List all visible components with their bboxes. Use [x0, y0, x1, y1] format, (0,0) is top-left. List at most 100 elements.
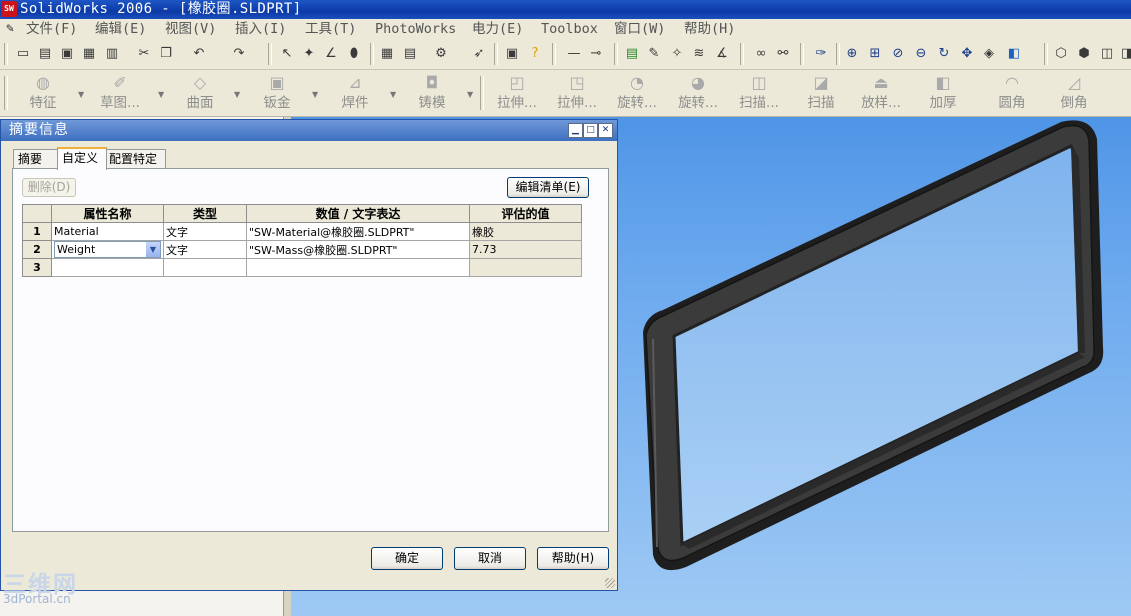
menu-photoworks[interactable]: PhotoWorks: [375, 19, 456, 39]
column-header-type[interactable]: 类型: [163, 204, 247, 223]
hidden-lines-icon[interactable]: ⬢: [1075, 45, 1093, 63]
options-icon[interactable]: ▤: [401, 45, 419, 63]
cm-weldments[interactable]: ⊿ 焊件: [337, 72, 373, 114]
chevron-down-icon[interactable]: ▼: [467, 90, 473, 99]
print-preview-icon[interactable]: ▥: [103, 45, 121, 63]
smart-dimension-icon[interactable]: ⬮: [345, 45, 363, 63]
cm-mold-tools[interactable]: ◘ 铸模: [414, 72, 450, 114]
mate-icon[interactable]: ∞: [752, 45, 770, 63]
rebuild-icon[interactable]: ⚙: [432, 45, 450, 63]
cm-fillet[interactable]: ◠ 圆角: [994, 72, 1030, 114]
redo-icon[interactable]: ↷: [230, 45, 248, 63]
cm-revolve-boss[interactable]: ◔ 旋转...: [609, 72, 665, 114]
delete-button[interactable]: 删除(D): [22, 178, 76, 197]
grid-icon[interactable]: ▦: [378, 45, 396, 63]
zoom-in-out-icon[interactable]: ⊘: [889, 45, 907, 63]
cm-sketch[interactable]: ✐ 草图...: [92, 72, 148, 114]
column-header-expression[interactable]: 数值 / 文字表达: [246, 204, 470, 223]
cm-sweep-boss[interactable]: ◫ 扫描...: [731, 72, 787, 114]
layer-icon[interactable]: ▤: [623, 45, 641, 63]
properties-icon[interactable]: ▣: [503, 45, 521, 63]
standard-views-icon[interactable]: ◧: [1005, 45, 1023, 63]
cm-features[interactable]: ◍ 特征: [24, 72, 62, 114]
cut-icon[interactable]: ✂: [135, 45, 153, 63]
tab-custom[interactable]: 自定义: [57, 147, 107, 170]
document-menu-icon[interactable]: ✎: [2, 21, 18, 37]
zoom-selection-icon[interactable]: ⊖: [912, 45, 930, 63]
menu-view[interactable]: 视图(V): [165, 19, 216, 39]
tool-b-icon[interactable]: ≋: [690, 45, 708, 63]
menu-edit[interactable]: 编辑(E): [95, 19, 146, 39]
dialog-title-bar[interactable]: 摘要信息 ▁ □ ✕: [1, 120, 617, 141]
shaded-edges-icon[interactable]: ◨: [1118, 45, 1131, 63]
chevron-down-icon[interactable]: ▼: [234, 90, 240, 99]
zoom-to-fit-icon[interactable]: ⊕: [843, 45, 861, 63]
chevron-down-icon[interactable]: ▼: [78, 90, 84, 99]
tool-c-icon[interactable]: ∡: [713, 45, 731, 63]
tool-a-icon[interactable]: ✧: [668, 45, 686, 63]
undo-icon[interactable]: ↶: [190, 45, 208, 63]
solidworks-logo-icon[interactable]: SW: [1, 1, 17, 17]
cm-revolve-cut[interactable]: ◕ 旋转...: [670, 72, 726, 114]
table-row[interactable]: 3: [22, 258, 582, 277]
property-name-cell[interactable]: [51, 258, 164, 277]
menu-file[interactable]: 文件(F): [26, 19, 77, 39]
row-number[interactable]: 1: [22, 222, 52, 241]
zoom-area-icon[interactable]: ⊞: [866, 45, 884, 63]
property-type-cell[interactable]: 文字: [163, 222, 247, 241]
measure-icon[interactable]: ✑: [812, 45, 830, 63]
menu-toolbox[interactable]: Toolbox: [541, 19, 598, 39]
rotate-view-icon[interactable]: ↻: [935, 45, 953, 63]
shaded-icon[interactable]: ◫: [1098, 45, 1116, 63]
arrow-tool-icon[interactable]: ➶: [470, 45, 488, 63]
print-icon[interactable]: ▦: [80, 45, 98, 63]
save-icon[interactable]: ▣: [58, 45, 76, 63]
help-icon[interactable]: ?: [526, 45, 544, 63]
new-document-icon[interactable]: ▭: [14, 45, 32, 63]
cm-extrude-cut[interactable]: ◳ 拉伸...: [549, 72, 605, 114]
help-button[interactable]: 帮助(H): [537, 547, 609, 570]
cm-extrude-boss[interactable]: ◰ 拉伸...: [489, 72, 545, 114]
menu-window[interactable]: 窗口(W): [614, 19, 665, 39]
cm-loft[interactable]: ⏏ 放样...: [853, 72, 909, 114]
menu-tools[interactable]: 工具(T): [305, 19, 356, 39]
maximize-icon[interactable]: □: [583, 123, 598, 138]
select-icon[interactable]: ↖: [278, 45, 296, 63]
property-name-cell[interactable]: Weight ▼: [51, 240, 164, 259]
view-orientation-icon[interactable]: ◈: [980, 45, 998, 63]
chevron-down-icon[interactable]: ▼: [146, 242, 160, 257]
row-number[interactable]: 2: [22, 240, 52, 259]
open-icon[interactable]: ▤: [36, 45, 54, 63]
property-name-dropdown[interactable]: Weight ▼: [54, 241, 161, 258]
point-tool-icon[interactable]: ⊸: [587, 45, 605, 63]
column-header-name[interactable]: 属性名称: [51, 204, 164, 223]
cm-chamfer[interactable]: ◿ 倒角: [1056, 72, 1092, 114]
edit-list-button[interactable]: 编辑清单(E): [507, 177, 589, 198]
tab-summary[interactable]: 摘要: [13, 149, 58, 168]
property-expression-cell[interactable]: "SW-Mass@橡胶圈.SLDPRT": [246, 240, 470, 259]
tab-configuration-specific[interactable]: 配置特定: [104, 149, 166, 168]
cm-sheet-metal[interactable]: ▣ 钣金: [259, 72, 295, 114]
column-header-evaluated-value[interactable]: 评估的值: [469, 204, 582, 223]
copy-icon[interactable]: ❐: [157, 45, 175, 63]
chevron-down-icon[interactable]: ▼: [390, 90, 396, 99]
property-type-cell[interactable]: [163, 258, 247, 277]
link-icon[interactable]: ⚯: [774, 45, 792, 63]
pan-icon[interactable]: ✥: [958, 45, 976, 63]
cm-thicken[interactable]: ◧ 加厚: [925, 72, 961, 114]
cm-sweep-cut[interactable]: ◪ 扫描: [803, 72, 839, 114]
line-tool-icon[interactable]: —: [565, 45, 583, 63]
property-expression-cell[interactable]: "SW-Material@橡胶圈.SLDPRT": [246, 222, 470, 241]
filter-select-icon[interactable]: ✦: [300, 45, 318, 63]
row-number[interactable]: 3: [22, 258, 52, 277]
cancel-button[interactable]: 取消: [454, 547, 526, 570]
cm-surfaces[interactable]: ◇ 曲面: [182, 72, 218, 114]
table-row[interactable]: 2 Weight ▼ 文字 "SW-Mass@橡胶圈.SLDPRT" 7.73: [22, 240, 582, 259]
close-icon[interactable]: ✕: [598, 123, 613, 138]
menu-electrical[interactable]: 电力(E): [472, 19, 523, 39]
property-expression-cell[interactable]: [246, 258, 470, 277]
wireframe-icon[interactable]: ⬡: [1052, 45, 1070, 63]
chevron-down-icon[interactable]: ▼: [158, 90, 164, 99]
menu-help[interactable]: 帮助(H): [684, 19, 735, 39]
table-row[interactable]: 1 Material 文字 "SW-Material@橡胶圈.SLDPRT" 橡…: [22, 222, 582, 241]
